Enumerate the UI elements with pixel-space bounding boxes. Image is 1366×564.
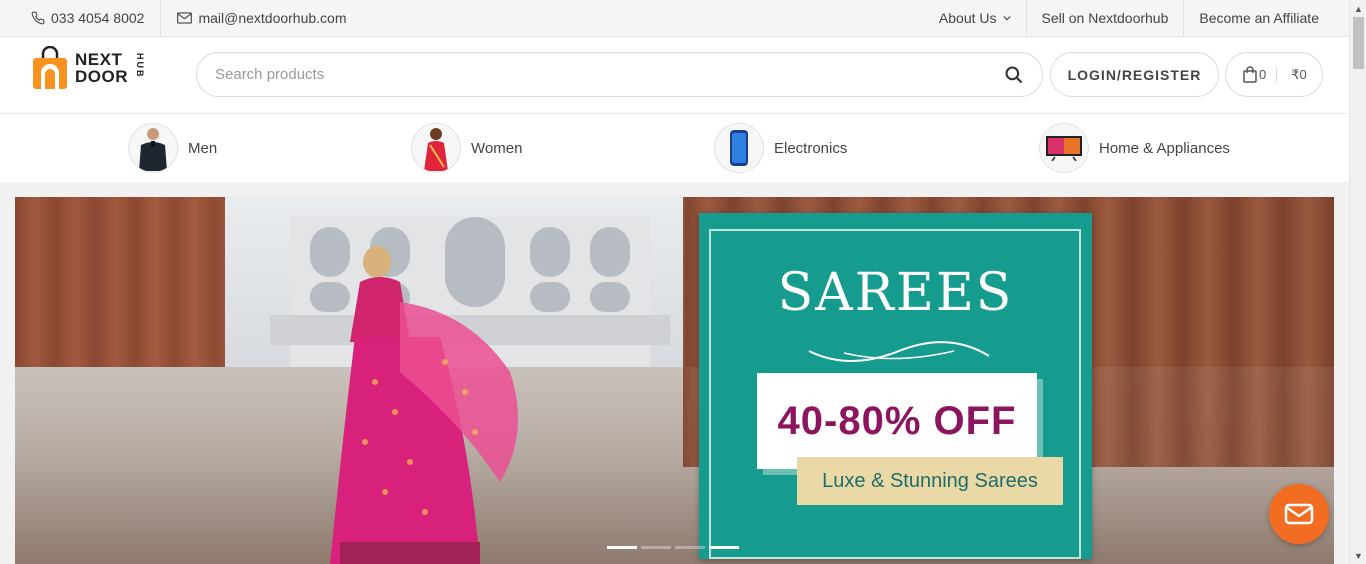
mail-icon bbox=[177, 12, 193, 24]
discount-text: 40-80% OFF bbox=[777, 398, 1017, 443]
scroll-up-arrow-icon[interactable]: ▲ bbox=[1350, 0, 1366, 17]
scroll-thumb[interactable] bbox=[1353, 17, 1364, 69]
search-bar bbox=[196, 52, 1043, 97]
affiliate-link[interactable]: Become an Affiliate bbox=[1183, 0, 1349, 36]
subtitle-box: Luxe & Stunning Sarees bbox=[797, 457, 1063, 505]
category-women-label: Women bbox=[471, 139, 523, 157]
cart-button[interactable]: 0 ₹0 bbox=[1225, 52, 1323, 97]
hero-banner[interactable]: SAREES 40-80% OFF Luxe & Stunning Sarees bbox=[15, 197, 1334, 564]
logo-hub: HUB bbox=[135, 53, 145, 79]
contact-info: 033 4054 8002 mail@nextdoorhub.com bbox=[0, 0, 347, 36]
affiliate-label: Become an Affiliate bbox=[1199, 10, 1319, 26]
email-contact[interactable]: mail@nextdoorhub.com bbox=[161, 0, 347, 36]
bag-icon bbox=[1243, 66, 1257, 83]
email-address: mail@nextdoorhub.com bbox=[198, 10, 347, 26]
sell-link[interactable]: Sell on Nextdoorhub bbox=[1025, 0, 1184, 36]
category-electronics[interactable]: Electronics bbox=[714, 123, 847, 173]
sell-label: Sell on Nextdoorhub bbox=[1041, 10, 1169, 26]
cart-count: 0 bbox=[1259, 67, 1278, 82]
envelope-icon bbox=[1284, 503, 1314, 525]
hero-section: SAREES 40-80% OFF Luxe & Stunning Sarees bbox=[0, 182, 1349, 564]
logo-wordmark: NEXT DOOR bbox=[75, 51, 128, 85]
woman-saree-icon bbox=[411, 123, 461, 173]
page-scrollbar[interactable]: ▲ ▼ bbox=[1349, 0, 1366, 564]
category-women[interactable]: Women bbox=[411, 123, 522, 173]
promo-title: SAREES bbox=[777, 263, 1014, 323]
search-icon[interactable] bbox=[1004, 65, 1024, 85]
about-us-label: About Us bbox=[938, 10, 997, 26]
slider-dot-4[interactable] bbox=[709, 546, 739, 549]
top-bar: 033 4054 8002 mail@nextdoorhub.com About… bbox=[0, 0, 1349, 37]
promo-card: SAREES 40-80% OFF Luxe & Stunning Sarees bbox=[699, 213, 1092, 559]
cart-total: ₹0 bbox=[1291, 66, 1307, 82]
chevron-down-icon bbox=[1002, 15, 1011, 21]
top-links: About Us Sell on Nextdoorhub Become an A… bbox=[924, 0, 1349, 36]
scroll-down-arrow-icon[interactable]: ▼ bbox=[1350, 547, 1366, 564]
category-men-label: Men bbox=[188, 139, 218, 157]
slider-dot-2[interactable] bbox=[641, 546, 671, 549]
phone-number: 033 4054 8002 bbox=[51, 10, 145, 26]
about-us-link[interactable]: About Us bbox=[924, 0, 1026, 36]
category-men[interactable]: Men bbox=[128, 123, 217, 173]
chat-button[interactable] bbox=[1269, 484, 1329, 544]
slider-dot-1[interactable] bbox=[607, 546, 637, 549]
logo-line-1: NEXT bbox=[75, 50, 123, 69]
category-nav: Men Women Electronics Home & Appliances bbox=[0, 114, 1349, 182]
smartphone-icon bbox=[714, 123, 764, 173]
television-icon bbox=[1039, 123, 1089, 173]
search-input[interactable] bbox=[215, 66, 1004, 83]
shopping-bag-logo-icon bbox=[33, 46, 67, 89]
man-shirt-icon bbox=[128, 123, 178, 173]
site-logo[interactable]: NEXT DOOR HUB bbox=[31, 45, 151, 91]
phone-icon bbox=[31, 11, 45, 25]
main-header: NEXT DOOR HUB LOGIN/REGISTER 0 ₹0 bbox=[0, 37, 1349, 114]
login-register-button[interactable]: LOGIN/REGISTER bbox=[1050, 52, 1219, 97]
woman-in-saree-image bbox=[330, 246, 518, 564]
decorative-swash-icon bbox=[808, 341, 990, 362]
discount-box: 40-80% OFF bbox=[757, 373, 1037, 469]
promo-subtitle: Luxe & Stunning Sarees bbox=[822, 469, 1038, 492]
slider-dot-3[interactable] bbox=[675, 546, 705, 549]
category-home-appliances-label: Home & Appliances bbox=[1099, 139, 1230, 157]
category-home-appliances[interactable]: Home & Appliances bbox=[1039, 123, 1230, 173]
logo-line-2: DOOR bbox=[75, 67, 128, 86]
category-electronics-label: Electronics bbox=[774, 139, 848, 157]
phone-contact[interactable]: 033 4054 8002 bbox=[0, 0, 162, 36]
slider-dots bbox=[607, 546, 739, 549]
